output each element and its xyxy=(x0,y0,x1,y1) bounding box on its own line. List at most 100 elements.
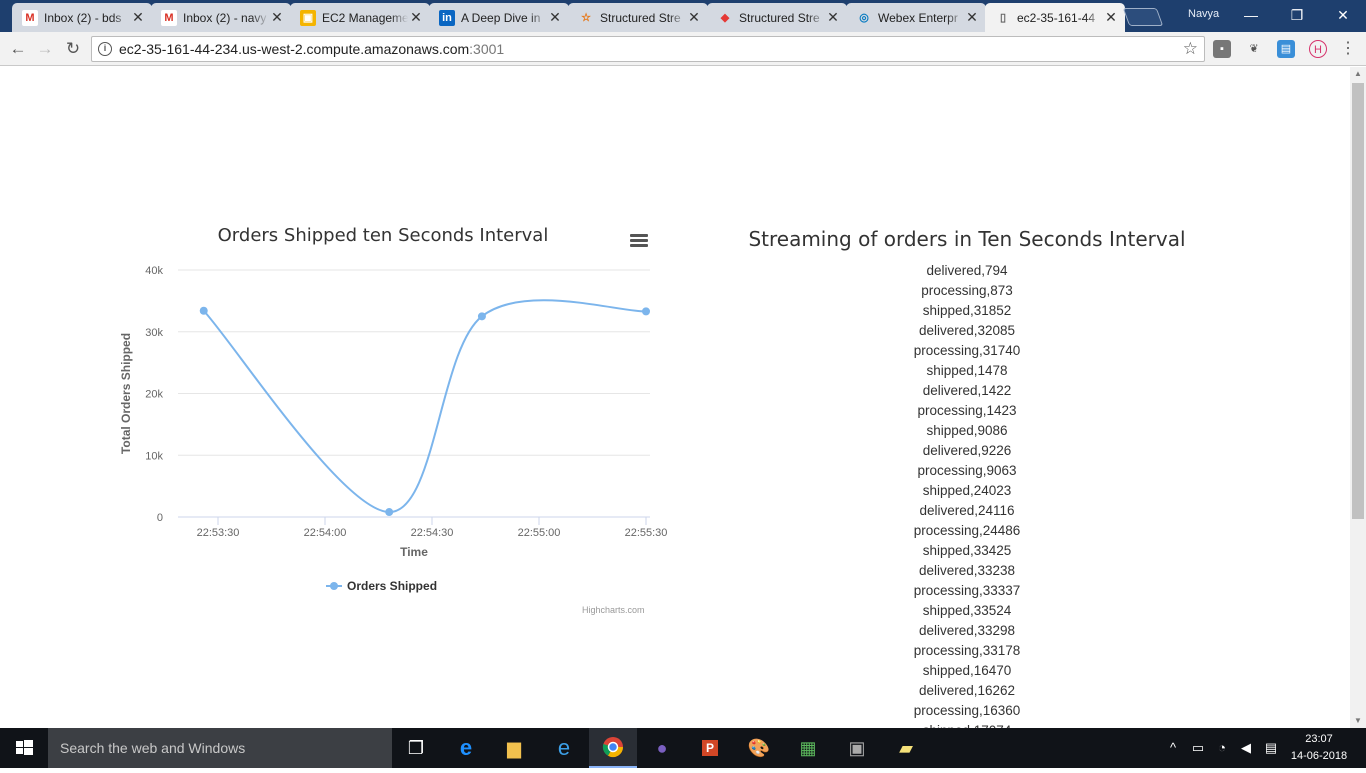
eclipse-icon[interactable]: ● xyxy=(638,728,686,768)
notifications-icon[interactable]: ▤ xyxy=(1260,728,1282,768)
info-icon[interactable]: i xyxy=(98,42,112,56)
reload-icon[interactable]: ↻ xyxy=(61,37,85,61)
scrollbar-thumb[interactable] xyxy=(1352,83,1364,519)
restore-icon[interactable]: ❐ xyxy=(1274,4,1320,26)
browser-tab[interactable]: M Inbox (2) - navy ✕ xyxy=(151,3,291,32)
y-tick-label: 30k xyxy=(145,327,163,339)
stream-item: delivered,33238 xyxy=(918,563,1016,578)
browser-tab[interactable]: ▣ EC2 Manageme ✕ xyxy=(290,3,430,32)
browser-tab[interactable]: in A Deep Dive in ✕ xyxy=(429,3,569,32)
url-port: :3001 xyxy=(469,41,505,57)
stream-item: processing,31740 xyxy=(913,343,1021,358)
taskbar-search-box[interactable]: Search the web and Windows xyxy=(48,728,392,768)
tab-close-icon[interactable]: ✕ xyxy=(686,9,702,26)
scroll-down-icon[interactable]: ▼ xyxy=(1350,714,1366,728)
tab-close-icon[interactable]: ✕ xyxy=(964,9,980,26)
file-explorer-icon[interactable]: ▆ xyxy=(490,728,538,768)
paint-icon[interactable]: 🎨 xyxy=(735,728,783,768)
x-tick-label: 22:55:00 xyxy=(518,527,561,539)
minimize-icon[interactable]: — xyxy=(1228,4,1274,26)
stream-item: processing,1423 xyxy=(917,403,1017,418)
stream-item: shipped,33524 xyxy=(922,603,1012,618)
remote-desktop-icon[interactable]: ▣ xyxy=(833,728,881,768)
stream-item: shipped,16470 xyxy=(922,663,1012,678)
chart-credit[interactable]: Highcharts.com xyxy=(582,605,645,615)
browser-tab[interactable]: ▯ ec2-35-161-44 ✕ xyxy=(985,3,1125,32)
legend-marker-icon xyxy=(326,581,342,591)
back-icon[interactable]: ← xyxy=(6,37,30,61)
tab-close-icon[interactable]: ✕ xyxy=(825,9,841,26)
stream-item: delivered,794 xyxy=(926,263,1008,278)
stream-item: delivered,16262 xyxy=(918,683,1016,698)
stream-panel: Streaming of orders in Ten Seconds Inter… xyxy=(700,227,1234,728)
y-tick-label: 0 xyxy=(157,512,163,524)
chart-app-icon[interactable]: ▦ xyxy=(784,728,832,768)
stream-item: processing,24486 xyxy=(913,523,1021,538)
chart-legend-item[interactable]: Orders Shipped xyxy=(326,579,437,593)
tab-title: Inbox (2) - bds xyxy=(44,10,122,25)
tab-title: ec2-35-161-44 xyxy=(1017,10,1096,25)
battery-icon[interactable]: ▭ xyxy=(1188,728,1208,768)
gmail-icon: M xyxy=(22,9,38,26)
data-point xyxy=(199,306,208,315)
stream-item: processing,33178 xyxy=(913,643,1021,658)
data-point xyxy=(477,312,486,321)
data-point xyxy=(642,307,650,316)
chrome-icon[interactable] xyxy=(589,728,637,768)
browser-tab[interactable]: M Inbox (2) - bds ✕ xyxy=(12,3,152,32)
stream-item: processing,16360 xyxy=(913,703,1021,718)
stream-title: Streaming of orders in Ten Seconds Inter… xyxy=(748,227,1186,251)
chart-plot: 0 10k 20k 30k 40k 22:53:30 22:54:00 22:54:30 22:… xyxy=(119,265,667,559)
task-view-icon[interactable]: ❐ xyxy=(392,728,440,768)
data-point xyxy=(385,508,394,517)
stream-item: processing,9063 xyxy=(917,463,1017,478)
browser-tab[interactable]: ☆ Structured Stre ✕ xyxy=(568,3,708,32)
extension-blue-icon[interactable]: ▤ xyxy=(1277,40,1295,58)
taskbar-clock[interactable]: 23:07 14-06-2018 xyxy=(1285,731,1353,765)
stream-item: delivered,1422 xyxy=(922,383,1012,398)
tab-close-icon[interactable]: ✕ xyxy=(547,9,563,26)
linkedin-icon: in xyxy=(439,9,455,26)
sticky-notes-icon[interactable]: ▰ xyxy=(882,728,930,768)
windows-taskbar: Search the web and Windows ❐ e ▆ e ● P 🎨… xyxy=(0,728,1366,768)
evernote-icon[interactable]: ❦ xyxy=(1245,40,1263,58)
tab-close-icon[interactable]: ✕ xyxy=(269,9,285,26)
forward-icon[interactable]: → xyxy=(33,37,57,61)
y-tick-label: 40k xyxy=(145,265,163,277)
volume-icon[interactable]: ◀ xyxy=(1236,728,1256,768)
url-host: ec2-35-161-44-234.us-west-2.compute.amaz… xyxy=(119,41,470,57)
webex-icon: ◎ xyxy=(859,12,869,24)
tab-close-icon[interactable]: ✕ xyxy=(130,9,146,26)
page-icon: ▯ xyxy=(999,12,1007,24)
tab-title: Structured Stre xyxy=(600,10,681,25)
stream-item: delivered,33298 xyxy=(918,623,1016,638)
tray-chevron-icon[interactable]: ^ xyxy=(1164,728,1182,768)
browser-tab[interactable]: ◆ Structured Stre ✕ xyxy=(707,3,847,32)
edge-icon[interactable]: e xyxy=(442,728,490,768)
browser-tab-strip: M Inbox (2) - bds ✕ M Inbox (2) - navy ✕ ▣ EC2 … xyxy=(0,0,1366,32)
start-button[interactable] xyxy=(0,728,48,768)
page-scrollbar[interactable]: ▲ ▼ xyxy=(1350,67,1366,728)
browser-toolbar: ← → ↻ i ec2-35-161-44-234.us-west-2.comp… xyxy=(0,32,1366,66)
honey-icon[interactable]: H xyxy=(1309,40,1327,58)
close-window-icon[interactable]: ✕ xyxy=(1320,4,1366,26)
stream-item: shipped,17074 xyxy=(700,721,1234,728)
new-tab-button[interactable] xyxy=(1122,8,1164,26)
star-icon: ☆ xyxy=(581,12,591,24)
tab-title: Inbox (2) - navy xyxy=(183,10,267,25)
browser-tab[interactable]: ◎ Webex Enterpr ✕ xyxy=(846,3,986,32)
bookmark-star-icon[interactable]: ☆ xyxy=(1183,39,1198,59)
x-tick-label: 22:54:00 xyxy=(304,527,347,539)
tab-close-icon[interactable]: ✕ xyxy=(1103,9,1119,26)
internet-explorer-icon[interactable]: e xyxy=(540,728,588,768)
scroll-up-icon[interactable]: ▲ xyxy=(1350,67,1366,81)
wifi-icon[interactable]: ◔ xyxy=(1212,728,1232,768)
extension-icon[interactable]: ▪ xyxy=(1213,40,1231,58)
aws-icon: ▣ xyxy=(300,9,316,26)
browser-menu-icon[interactable]: ⋮ xyxy=(1339,40,1357,58)
y-tick-label: 10k xyxy=(145,450,163,462)
powerpoint-icon[interactable]: P xyxy=(686,728,734,768)
profile-name[interactable]: Navya xyxy=(1188,8,1219,20)
tab-close-icon[interactable]: ✕ xyxy=(408,9,424,26)
address-bar[interactable]: i ec2-35-161-44-234.us-west-2.compute.am… xyxy=(91,36,1205,62)
